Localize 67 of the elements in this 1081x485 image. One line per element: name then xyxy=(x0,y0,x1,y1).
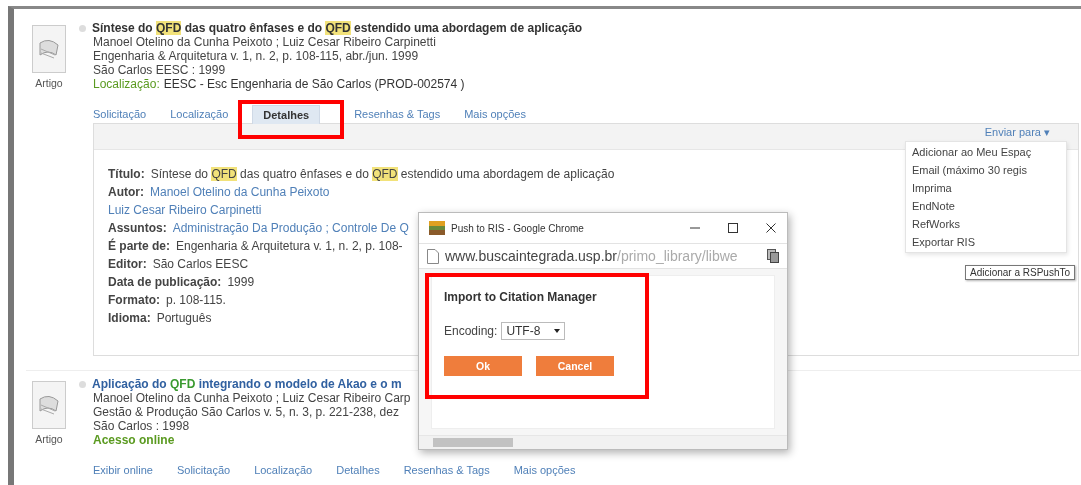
field-label: Título: xyxy=(108,167,145,181)
document-icon xyxy=(32,25,66,73)
record-tab[interactable]: Resenhas & Tags xyxy=(393,461,500,479)
field-link[interactable]: Luiz Cesar Ribeiro Carpinetti xyxy=(108,203,262,217)
availability-label: Acesso online xyxy=(93,433,175,447)
tooltip: Adicionar a RSPushTo xyxy=(965,265,1076,280)
menu-item[interactable]: Exportar RIS xyxy=(906,233,1066,251)
menu-item[interactable]: EndNote xyxy=(906,197,1066,215)
page-icon xyxy=(427,248,439,264)
record-tab[interactable]: Detalhes xyxy=(326,461,390,479)
type-label: Artigo xyxy=(35,433,63,445)
field-value: Síntese do QFD das quatro ênfases e do QFD estendido uma abordagem de aplicação xyxy=(150,167,615,181)
field-label: Assuntos: xyxy=(108,221,167,235)
field-value: Engenharia & Arquitetura v. 1, n. 2, p. 108- xyxy=(176,239,403,253)
app-icon xyxy=(429,221,445,235)
copy-icon[interactable] xyxy=(767,249,779,263)
field-value: p. 108-115. xyxy=(166,293,226,307)
encoding-label: Encoding: xyxy=(444,324,498,338)
record-tab[interactable]: Solicitação xyxy=(83,105,157,123)
type-label: Artigo xyxy=(35,77,63,89)
field-value: 1999 xyxy=(227,275,255,289)
record-tab[interactable]: Mais opções xyxy=(454,105,536,123)
field-link[interactable]: Manoel Otelino da Cunha Peixoto xyxy=(150,185,330,199)
maximize-icon[interactable] xyxy=(727,222,739,234)
close-icon[interactable] xyxy=(765,222,777,234)
field-label: Data de publicação: xyxy=(108,275,222,289)
record-tab[interactable]: Detalhes xyxy=(252,104,321,124)
send-to-link[interactable]: Enviar para ▾ xyxy=(984,126,1050,138)
field-label: É parte de: xyxy=(108,239,170,253)
menu-item[interactable]: Email (máximo 30 regis xyxy=(906,161,1066,179)
record-title[interactable]: Síntese do QFD das quatro ênfases e do QFD estendido uma abordagem de aplicação xyxy=(92,21,583,35)
menu-item[interactable]: Imprima xyxy=(906,179,1066,197)
window-title: Push to RIS - Google Chrome xyxy=(451,222,584,234)
menu-item[interactable]: RefWorks xyxy=(906,215,1066,233)
availability-label: Localização: xyxy=(93,77,160,91)
record-tab[interactable]: Solicitação xyxy=(166,461,241,479)
field-label: Autor: xyxy=(108,185,144,199)
select-dot-icon[interactable] xyxy=(79,380,86,388)
document-icon xyxy=(32,381,66,429)
field-label: Idioma: xyxy=(108,311,151,325)
dialog-button[interactable]: Ok xyxy=(444,356,522,376)
record-info: São Carlos EESC : 1999 xyxy=(93,63,227,77)
horizontal-scrollbar[interactable] xyxy=(419,435,787,449)
record-tab[interactable]: Exibir online xyxy=(83,461,163,479)
record-tab[interactable]: Mais opções xyxy=(503,461,586,479)
location-value: EESC - Esc Engenharia de São Carlos (PROD-002574 ) xyxy=(163,77,465,91)
record-info: Gestão & Produção São Carlos v. 5, n. 3, p. 221-238, dez xyxy=(93,405,400,419)
record-info: Manoel Otelino da Cunha Peixoto ; Luiz Cesar Ribeiro Carp xyxy=(93,391,412,405)
record-tab[interactable]: Resenhas & Tags xyxy=(344,105,451,123)
record-info: São Carlos : 1998 xyxy=(93,419,191,433)
record-tab[interactable]: Localização xyxy=(160,105,239,123)
encoding-select[interactable]: UTF-8 xyxy=(501,322,566,340)
dialog-button[interactable]: Cancel xyxy=(536,356,614,376)
field-value: Português xyxy=(156,311,212,325)
field-label: Formato: xyxy=(108,293,160,307)
record-info: Manoel Otelino da Cunha Peixoto ; Luiz Cesar Ribeiro Carpinetti xyxy=(93,35,437,49)
caret-icon xyxy=(554,329,561,333)
dialog-heading: Import to Citation Manager xyxy=(444,290,598,304)
record-info: Engenharia & Arquitetura v. 1, n. 2, p. 108-115, abr./jun. 1999 xyxy=(93,49,420,63)
record-tab[interactable]: Localização xyxy=(244,461,323,479)
field-link[interactable]: Administração Da Produção ; Controle De Q xyxy=(172,221,409,235)
field-value: São Carlos EESC xyxy=(152,257,249,271)
menu-item[interactable]: Adicionar ao Meu Espaç xyxy=(906,143,1066,161)
record-title[interactable]: Aplicação do QFD integrando o modelo de Akao e o m xyxy=(92,377,402,391)
url-text: www.buscaintegrada.usp.br/primo_library/libwe xyxy=(445,248,739,264)
field-label: Editor: xyxy=(108,257,147,271)
select-dot-icon[interactable] xyxy=(79,24,86,32)
